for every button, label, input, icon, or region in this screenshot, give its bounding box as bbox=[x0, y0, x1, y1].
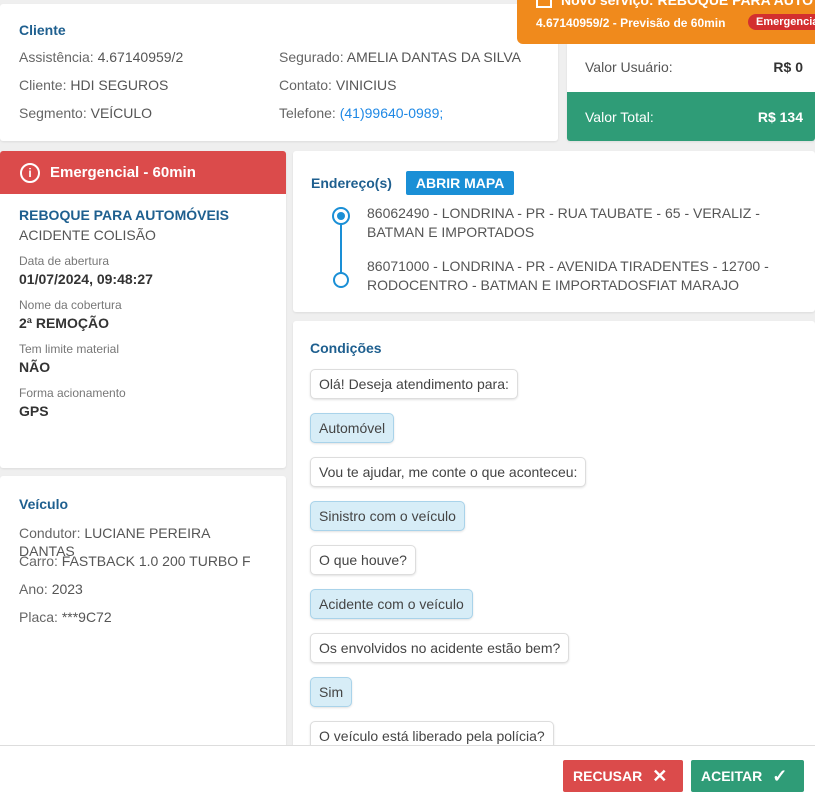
vehicle-title: Veículo bbox=[19, 496, 69, 512]
close-icon: ✕ bbox=[652, 765, 668, 786]
service-reason: ACIDENTE COLISÃO bbox=[19, 227, 156, 243]
driver-row: Condutor: LUCIANE PEREIRA DANTAS bbox=[19, 524, 267, 559]
total-value-amount: R$ 134 bbox=[757, 108, 803, 125]
route: 86062490 - LONDRINA - PR - RUA TAUBATE -… bbox=[311, 204, 797, 295]
accept-button[interactable]: ACEITAR ✓ bbox=[691, 760, 804, 792]
destination-marker-icon bbox=[333, 272, 349, 288]
contact-label: Contato: bbox=[279, 77, 332, 93]
notification-subtitle: 4.67140959/2 - Previsão de 60min bbox=[536, 16, 726, 30]
user-value-row: Valor Usuário: R$ 0 bbox=[567, 42, 815, 92]
open-map-button[interactable]: ABRIR MAPA bbox=[405, 171, 515, 195]
contact-value: VINICIUS bbox=[335, 77, 397, 93]
coverage-label: Nome da cobertura bbox=[19, 298, 122, 312]
check-icon: ✓ bbox=[772, 765, 788, 786]
year-value: 2023 bbox=[51, 581, 83, 597]
address-title: Endereço(s) bbox=[311, 175, 392, 191]
insured-value: AMELIA DANTAS DA SILVA bbox=[346, 49, 522, 65]
destination-address: 86071000 - LONDRINA - PR - AVENIDA TIRAD… bbox=[367, 258, 769, 293]
car-value: FASTBACK 1.0 200 TURBO F bbox=[61, 553, 251, 569]
question-bubble: Olá! Deseja atendimento para: bbox=[310, 369, 518, 399]
answer-bubble: Automóvel bbox=[310, 413, 395, 443]
activation-method-value: GPS bbox=[19, 403, 49, 419]
total-value-label: Valor Total: bbox=[585, 108, 654, 125]
plate-row: Placa: ***9C72 bbox=[19, 608, 267, 636]
material-limit-value: NÃO bbox=[19, 359, 51, 375]
address-card: Endereço(s) ABRIR MAPA 86062490 - LONDRI… bbox=[293, 151, 815, 312]
contact-row: Contato: VINICIUS bbox=[279, 76, 539, 104]
coverage-value: 2ª REMOÇÃO bbox=[19, 315, 109, 331]
reject-button[interactable]: RECUSAR ✕ bbox=[563, 760, 683, 792]
emergency-header-label: Emergencial - 60min bbox=[50, 164, 196, 181]
assistance-label: Assistência: bbox=[19, 49, 94, 65]
user-value-label: Valor Usuário: bbox=[585, 59, 673, 75]
segment-row: Segmento: VEÍCULO bbox=[19, 104, 279, 132]
car-row: Carro: FASTBACK 1.0 200 TURBO F bbox=[19, 552, 267, 580]
segment-value: VEÍCULO bbox=[90, 105, 153, 121]
insured-row: Segurado: AMELIA DANTAS DA SILVA bbox=[279, 48, 539, 76]
emergency-header: i Emergencial - 60min bbox=[0, 151, 286, 194]
emergency-badge: Emergencial bbox=[748, 14, 815, 30]
material-limit-label: Tem limite material bbox=[19, 342, 120, 356]
activation-method-label: Forma acionamento bbox=[19, 386, 126, 400]
service-card: i Emergencial - 60min REBOQUE PARA AUTOM… bbox=[0, 151, 286, 468]
truck-icon bbox=[536, 0, 552, 8]
opening-date-value: 01/07/2024, 09:48:27 bbox=[19, 271, 153, 287]
origin-address: 86062490 - LONDRINA - PR - RUA TAUBATE -… bbox=[367, 205, 760, 240]
plate-label: Placa: bbox=[19, 609, 58, 625]
conditions-title: Condições bbox=[310, 340, 382, 356]
conditions-card: Condições Olá! Deseja atendimento para: … bbox=[293, 321, 815, 756]
answer-bubble: Acidente com o veículo bbox=[310, 589, 473, 619]
question-bubble: Os envolvidos no acidente estão bem? bbox=[310, 633, 570, 663]
notification-title: Novo serviço: REBOQUE PARA AUTO bbox=[561, 0, 814, 8]
total-value-row: Valor Total: R$ 134 bbox=[567, 92, 815, 141]
values-card: Valor Usuário: R$ 0 Valor Total: R$ 134 bbox=[567, 42, 815, 141]
assistance-row: Assistência: 4.67140959/2 bbox=[19, 48, 279, 76]
phone-link[interactable]: (41)99640-0989; bbox=[340, 105, 444, 121]
year-label: Ano: bbox=[19, 581, 48, 597]
client-row: Cliente: HDI SEGUROS bbox=[19, 76, 279, 104]
client-label: Cliente: bbox=[19, 77, 67, 93]
client-card: Cliente Assistência: 4.67140959/2 Client… bbox=[0, 4, 558, 141]
driver-label: Condutor: bbox=[19, 525, 81, 541]
insured-label: Segurado: bbox=[279, 49, 344, 65]
segment-label: Segmento: bbox=[19, 105, 87, 121]
car-label: Carro: bbox=[19, 553, 58, 569]
plate-value: ***9C72 bbox=[61, 609, 112, 625]
answer-bubble: Sinistro com o veículo bbox=[310, 501, 465, 531]
new-service-notification[interactable]: Novo serviço: REBOQUE PARA AUTO 4.671409… bbox=[517, 0, 815, 44]
action-footer: RECUSAR ✕ ACEITAR ✓ bbox=[0, 745, 815, 795]
origin-marker-icon bbox=[332, 207, 350, 225]
question-bubble: O que houve? bbox=[310, 545, 416, 575]
info-icon: i bbox=[20, 162, 40, 183]
client-value: HDI SEGUROS bbox=[70, 77, 169, 93]
client-title: Cliente bbox=[19, 22, 66, 38]
reject-label: RECUSAR bbox=[573, 768, 643, 784]
accept-label: ACEITAR bbox=[701, 768, 763, 784]
year-row: Ano: 2023 bbox=[19, 580, 267, 608]
vehicle-card: Veículo Condutor: LUCIANE PEREIRA DANTAS… bbox=[0, 476, 286, 756]
route-line bbox=[340, 216, 342, 276]
opening-date-label: Data de abertura bbox=[19, 254, 110, 268]
question-bubble: Vou te ajudar, me conte o que aconteceu: bbox=[310, 457, 587, 487]
answer-bubble: Sim bbox=[310, 677, 353, 707]
service-type: REBOQUE PARA AUTOMÓVEIS bbox=[19, 207, 230, 223]
user-value-amount: R$ 0 bbox=[773, 59, 803, 75]
phone-row: Telefone: (41)99640-0989; bbox=[279, 104, 539, 132]
assistance-value: 4.67140959/2 bbox=[97, 49, 184, 65]
phone-label: Telefone: bbox=[279, 105, 336, 121]
